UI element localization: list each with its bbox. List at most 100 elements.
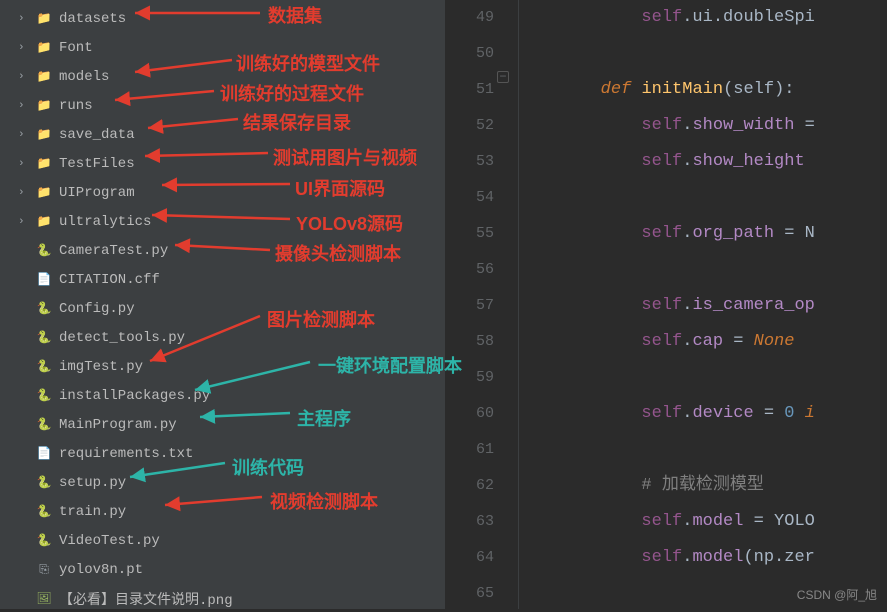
python-file-icon: 🐍 (36, 359, 52, 375)
chevron-right-icon: › (18, 13, 30, 25)
code-line[interactable]: self.show_width = (519, 108, 887, 144)
code-line[interactable] (519, 360, 887, 396)
line-number: 54 (445, 180, 494, 216)
tree-label: CameraTest.py (59, 243, 168, 259)
line-number: 52 (445, 108, 494, 144)
python-file-icon: 🐍 (36, 533, 52, 549)
python-file-icon: 🐍 (36, 475, 52, 491)
line-number: 50 (445, 36, 494, 72)
tree-item-videotest[interactable]: 🐍 VideoTest.py (0, 526, 445, 555)
tree-item-ultralytics[interactable]: › 📁 ultralytics (0, 207, 445, 236)
line-number: 60 (445, 396, 494, 432)
code-line[interactable]: self.org_path = N (519, 216, 887, 252)
tree-item-testfiles[interactable]: › 📁 TestFiles (0, 149, 445, 178)
tree-item-font[interactable]: › 📁 Font (0, 33, 445, 62)
tree-item-runs[interactable]: › 📁 runs (0, 91, 445, 120)
python-file-icon: 🐍 (36, 388, 52, 404)
line-number: 53 (445, 144, 494, 180)
tree-label: yolov8n.pt (59, 562, 143, 578)
tree-item-installpackages[interactable]: 🐍 installPackages.py (0, 381, 445, 410)
tree-item-yolov8n[interactable]: ⎘ yolov8n.pt (0, 555, 445, 584)
chevron-right-icon: › (18, 129, 30, 141)
watermark: CSDN @阿_旭 (797, 586, 877, 603)
folder-icon: 📁 (36, 69, 52, 85)
tree-item-uiprogram[interactable]: › 📁 UIProgram (0, 178, 445, 207)
tree-item-cameratest[interactable]: 🐍 CameraTest.py (0, 236, 445, 265)
code-line[interactable]: def initMain(self): (519, 72, 887, 108)
tree-item-setup[interactable]: 🐍 setup.py (0, 468, 445, 497)
folder-icon: 📁 (36, 156, 52, 172)
tree-label: detect_tools.py (59, 330, 185, 346)
tree-label: CITATION.cff (59, 272, 160, 288)
code-line[interactable]: self.model = YOLO (519, 504, 887, 540)
chevron-right-icon: › (18, 187, 30, 199)
tree-item-citation[interactable]: 📄 CITATION.cff (0, 265, 445, 294)
tree-item-datasets[interactable]: › 📁 datasets (0, 4, 445, 33)
tree-item-requirements[interactable]: 📄 requirements.txt (0, 439, 445, 468)
folder-icon: 📁 (36, 214, 52, 230)
tree-item-readme-png[interactable]: 🖼 【必看】目录文件说明.png (0, 584, 445, 609)
python-file-icon: 🐍 (36, 417, 52, 433)
folder-icon: 📁 (36, 11, 52, 27)
code-line[interactable] (519, 432, 887, 468)
file-icon: ⎘ (36, 562, 52, 578)
text-file-icon: 📄 (36, 446, 52, 462)
line-number: 59 (445, 360, 494, 396)
code-area[interactable]: self.ui.doubleSpi def initMain(self): se… (519, 0, 887, 609)
line-number: 49 (445, 0, 494, 36)
line-number: 58 (445, 324, 494, 360)
tree-label: datasets (59, 11, 126, 27)
tree-item-config[interactable]: 🐍 Config.py (0, 294, 445, 323)
image-file-icon: 🖼 (36, 591, 52, 607)
code-line[interactable]: self.model(np.zer (519, 540, 887, 576)
line-number: 57 (445, 288, 494, 324)
tree-label: MainProgram.py (59, 417, 177, 433)
tree-label: setup.py (59, 475, 126, 491)
tree-label: ultralytics (59, 214, 151, 230)
tree-label: Config.py (59, 301, 135, 317)
code-line[interactable] (519, 252, 887, 288)
line-gutter: 49 50 51 52 53 54 55 56 57 58 59 60 61 6… (445, 0, 519, 609)
line-number: 51 (445, 72, 494, 108)
chevron-right-icon: › (18, 158, 30, 170)
tree-label: runs (59, 98, 93, 114)
tree-item-mainprogram[interactable]: 🐍 MainProgram.py (0, 410, 445, 439)
folder-icon: 📁 (36, 185, 52, 201)
chevron-right-icon: › (18, 100, 30, 112)
tree-item-imgtest[interactable]: 🐍 imgTest.py (0, 352, 445, 381)
tree-label: UIProgram (59, 185, 135, 201)
line-number: 65 (445, 576, 494, 612)
python-file-icon: 🐍 (36, 504, 52, 520)
fold-icon[interactable]: − (497, 71, 509, 83)
code-line[interactable] (519, 180, 887, 216)
line-number: 64 (445, 540, 494, 576)
tree-item-detect-tools[interactable]: 🐍 detect_tools.py (0, 323, 445, 352)
line-number: 55 (445, 216, 494, 252)
tree-item-save-data[interactable]: › 📁 save_data (0, 120, 445, 149)
code-line[interactable]: self.is_camera_op (519, 288, 887, 324)
folder-icon: 📁 (36, 127, 52, 143)
code-line[interactable]: self.show_height (519, 144, 887, 180)
editor-panel[interactable]: 49 50 51 52 53 54 55 56 57 58 59 60 61 6… (445, 0, 887, 609)
code-line[interactable]: self.cap = None (519, 324, 887, 360)
tree-item-models[interactable]: › 📁 models (0, 62, 445, 91)
folder-icon: 📁 (36, 98, 52, 114)
tree-label: imgTest.py (59, 359, 143, 375)
line-number: 63 (445, 504, 494, 540)
python-file-icon: 🐍 (36, 330, 52, 346)
code-line[interactable]: self.device = 0 i (519, 396, 887, 432)
tree-label: Font (59, 40, 93, 56)
tree-label: installPackages.py (59, 388, 210, 404)
project-tree[interactable]: › 📁 datasets › 📁 Font › 📁 models › 📁 run… (0, 0, 445, 609)
tree-label: VideoTest.py (59, 533, 160, 549)
python-file-icon: 🐍 (36, 243, 52, 259)
python-file-icon: 🐍 (36, 301, 52, 317)
code-line[interactable] (519, 36, 887, 72)
code-line[interactable]: # 加载检测模型 (519, 468, 887, 504)
tree-label: models (59, 69, 109, 85)
code-line[interactable]: self.ui.doubleSpi (519, 0, 887, 36)
tree-item-train[interactable]: 🐍 train.py (0, 497, 445, 526)
line-number: 62 (445, 468, 494, 504)
chevron-right-icon: › (18, 42, 30, 54)
tree-label: requirements.txt (59, 446, 193, 462)
